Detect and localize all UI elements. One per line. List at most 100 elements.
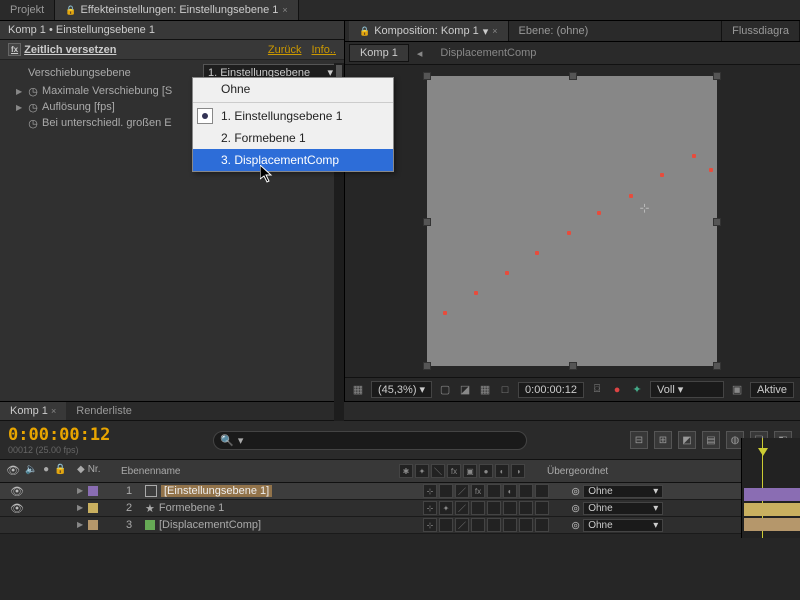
tab-effekteinstellungen[interactable]: 🔒 Effekteinstellungen: Einstellungsebene… bbox=[55, 0, 298, 20]
audio-column-icon: 🔈 bbox=[25, 464, 37, 478]
stopwatch-icon[interactable]: ◷ bbox=[28, 118, 38, 128]
layer-name[interactable]: Formebene 1 bbox=[159, 502, 224, 514]
dropdown-item-displacementcomp[interactable]: 3. DisplacementComp bbox=[193, 149, 393, 171]
expand-icon[interactable]: ▶ bbox=[77, 520, 85, 530]
chevron-down-icon[interactable]: ▾ bbox=[483, 25, 489, 38]
tab-komposition[interactable]: 🔒 Komposition: Komp 1 ▾ × bbox=[349, 21, 509, 41]
dropdown-item-formebene[interactable]: 2. Formebene 1 bbox=[193, 127, 393, 149]
composition-canvas[interactable]: ⊹ bbox=[427, 76, 717, 366]
layer-row-3[interactable]: ▶ 3 [DisplacementComp] ⊹／ ⊚Ohne▾ bbox=[0, 517, 800, 534]
transform-handle[interactable] bbox=[423, 218, 431, 226]
timeline-panel: Komp 1 × Renderliste 0:00:00:12 00012 (2… bbox=[0, 401, 800, 534]
parent-dropdown[interactable]: Ohne▾ bbox=[583, 502, 663, 515]
transform-handle[interactable] bbox=[423, 72, 431, 80]
option-icon[interactable]: □ bbox=[498, 383, 512, 397]
label-column-icon: ◆ bbox=[77, 464, 85, 478]
transform-handle[interactable] bbox=[569, 72, 577, 80]
expand-icon[interactable]: ▶ bbox=[16, 103, 24, 112]
layer-bar[interactable] bbox=[744, 518, 800, 531]
pickwhip-icon[interactable]: ⊚ bbox=[571, 485, 580, 498]
transform-handle[interactable] bbox=[713, 72, 721, 80]
tool-icon[interactable]: ⊟ bbox=[630, 431, 648, 449]
option-icon[interactable]: ▦ bbox=[478, 383, 492, 397]
vtab-displacement[interactable]: DisplacementComp bbox=[430, 45, 546, 61]
tool-icon[interactable]: ⊞ bbox=[654, 431, 672, 449]
timeline-search[interactable]: 🔍▾ bbox=[213, 431, 527, 450]
layer-index: 1 bbox=[117, 483, 141, 499]
tab-flussdiagramm[interactable]: Flussdiagra bbox=[722, 21, 800, 41]
layer-name[interactable]: [DisplacementComp] bbox=[159, 519, 261, 531]
close-icon[interactable]: × bbox=[492, 26, 497, 36]
info-link[interactable]: Info.. bbox=[312, 44, 336, 56]
adjustment-layer-icon bbox=[145, 485, 157, 497]
option-icon[interactable]: ◪ bbox=[458, 383, 472, 397]
close-icon[interactable]: × bbox=[51, 406, 56, 416]
transform-handle[interactable] bbox=[713, 218, 721, 226]
pickwhip-icon[interactable]: ⊚ bbox=[571, 502, 580, 515]
layer-label-color[interactable] bbox=[88, 520, 98, 530]
transform-handle[interactable] bbox=[569, 362, 577, 370]
layer-row-1[interactable]: 👁 ▶ 1 [Einstellungsebene 1] ⊹／fx◐ ⊚Ohne▾ bbox=[0, 483, 800, 500]
top-tab-bar: Projekt 🔒 Effekteinstellungen: Einstellu… bbox=[0, 0, 800, 21]
tool-icon[interactable]: ◩ bbox=[678, 431, 696, 449]
zoom-level[interactable]: (45,3%)▾ bbox=[371, 381, 432, 398]
parent-dropdown[interactable]: Ohne▾ bbox=[583, 519, 663, 532]
layer-row-2[interactable]: 👁 ▶ 2 ★Formebene 1 ⊹✦／ ⊚Ohne▾ bbox=[0, 500, 800, 517]
prop-label: Bei unterschiedl. großen E bbox=[42, 117, 172, 129]
vtab-komp[interactable]: Komp 1 bbox=[349, 44, 409, 62]
expand-icon[interactable]: ▶ bbox=[77, 486, 85, 496]
dropdown-item-ohne[interactable]: Ohne bbox=[193, 78, 393, 100]
effect-name-label: Zeitlich versetzen bbox=[24, 44, 116, 56]
tab-ebene[interactable]: Ebene: (ohne) bbox=[509, 21, 723, 41]
parent-dropdown[interactable]: Ohne▾ bbox=[583, 485, 663, 498]
reset-link[interactable]: Zurück bbox=[268, 44, 302, 56]
layer-name[interactable]: [Einstellungsebene 1] bbox=[161, 485, 272, 497]
shape-layer-icon: ★ bbox=[145, 502, 155, 515]
active-camera[interactable]: Aktive bbox=[750, 382, 794, 398]
main-area: Komp 1 • Einstellungsebene 1 fx Zeitlich… bbox=[0, 21, 800, 401]
resolution-dropdown[interactable]: Voll▾ bbox=[650, 381, 724, 398]
visibility-toggle[interactable]: 👁 bbox=[10, 485, 24, 498]
close-icon[interactable]: × bbox=[282, 5, 287, 15]
timeline-tracks[interactable] bbox=[741, 438, 800, 538]
layer-bar[interactable] bbox=[744, 503, 800, 516]
tab-effekt-label: Effekteinstellungen: Einstellungsebene 1 bbox=[80, 4, 278, 16]
comp-layer-icon bbox=[145, 520, 155, 530]
effect-header: fx Zeitlich versetzen Zurück Info.. bbox=[0, 40, 344, 60]
pickwhip-icon[interactable]: ⊚ bbox=[571, 519, 580, 532]
channel-icon[interactable]: ✦ bbox=[630, 383, 644, 397]
stopwatch-icon[interactable]: ◷ bbox=[28, 102, 38, 112]
timecode-display[interactable]: 0:00:00:12 bbox=[518, 382, 584, 398]
tab-projekt[interactable]: Projekt bbox=[0, 0, 55, 20]
mask-icon[interactable]: ● bbox=[610, 383, 624, 397]
anchor-point-icon: ⊹ bbox=[639, 201, 649, 215]
layer-index: 3 bbox=[117, 517, 141, 533]
layer-label-color[interactable] bbox=[88, 486, 98, 496]
stopwatch-icon[interactable]: ◷ bbox=[28, 86, 38, 96]
roi-icon[interactable]: ▣ bbox=[730, 383, 744, 397]
tool-icon[interactable]: ▤ bbox=[702, 431, 720, 449]
col-name: Ebenenname bbox=[117, 462, 395, 480]
expand-icon[interactable]: ▶ bbox=[77, 503, 85, 513]
fx-icon: fx bbox=[8, 43, 21, 56]
viewport[interactable]: ⊹ bbox=[345, 65, 800, 377]
col-parent: Übergeordnet bbox=[543, 462, 661, 480]
lock-icon: 🔒 bbox=[359, 26, 370, 37]
chevron-down-icon: ▾ bbox=[238, 434, 244, 447]
prop-label: Verschiebungsebene bbox=[28, 67, 131, 79]
transform-handle[interactable] bbox=[423, 362, 431, 370]
option-icon[interactable]: ▢ bbox=[438, 383, 452, 397]
expand-icon[interactable]: ▶ bbox=[16, 87, 24, 96]
dropdown-item-einstellungsebene[interactable]: 1. Einstellungsebene 1 bbox=[193, 105, 393, 127]
effect-name[interactable]: fx Zeitlich versetzen bbox=[8, 43, 116, 56]
camera-icon[interactable]: ⌼ bbox=[590, 383, 604, 397]
transform-handle[interactable] bbox=[713, 362, 721, 370]
layer-label-color[interactable] bbox=[88, 503, 98, 513]
tab-renderliste[interactable]: Renderliste bbox=[66, 402, 142, 420]
current-timecode[interactable]: 0:00:00:12 bbox=[8, 425, 110, 445]
grid-icon[interactable]: ▦ bbox=[351, 383, 365, 397]
tab-komp[interactable]: Komp 1 × bbox=[0, 402, 66, 420]
layer-bar[interactable] bbox=[744, 488, 800, 501]
layer-columns-header: 👁 🔈 ● 🔒 ◆Nr. Ebenenname ✱✦＼fx▣●◐◑ Überge… bbox=[0, 460, 800, 483]
visibility-toggle[interactable]: 👁 bbox=[10, 502, 24, 515]
